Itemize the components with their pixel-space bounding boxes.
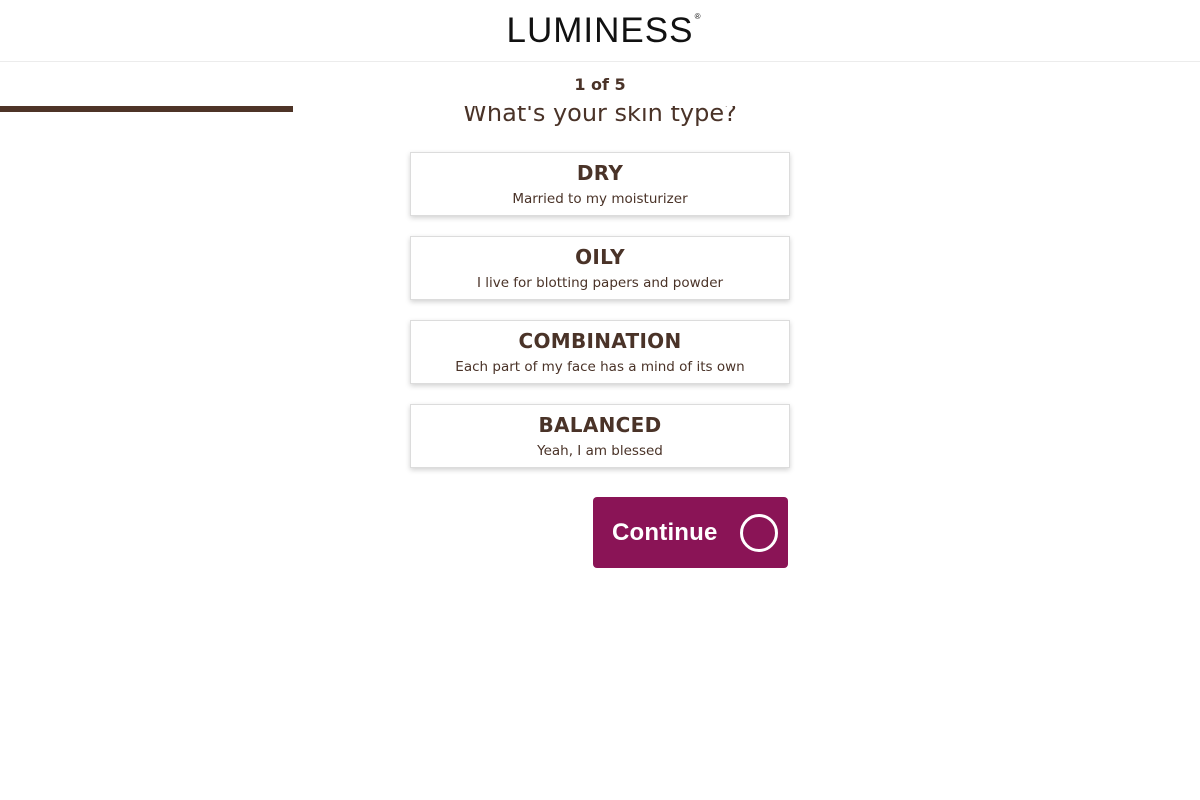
continue-label: Continue xyxy=(612,518,718,546)
option-balanced[interactable]: BALANCED Yeah, I am blessed xyxy=(410,404,790,468)
option-title: BALANCED xyxy=(538,413,662,437)
option-description: Yeah, I am blessed xyxy=(537,443,663,459)
option-oily[interactable]: OILY I live for blotting papers and powd… xyxy=(410,236,790,300)
registered-mark: ® xyxy=(694,12,702,21)
option-description: I live for blotting papers and powder xyxy=(476,275,724,291)
option-dry[interactable]: DRY Married to my moisturizer xyxy=(410,152,790,216)
quiz-progress-bar xyxy=(0,106,1200,112)
option-title: COMBINATION xyxy=(518,329,682,353)
luminess-logo[interactable]: LUMINESS ® xyxy=(506,11,701,50)
step-counter: 1 of 5 xyxy=(574,74,626,94)
logo-text: LUMINESS xyxy=(506,11,694,50)
option-combination[interactable]: COMBINATION Each part of my face has a m… xyxy=(410,320,790,384)
option-title: OILY xyxy=(575,245,625,269)
circle-icon xyxy=(740,514,778,552)
quiz-progress-fill xyxy=(0,106,294,112)
site-header: LUMINESS ® xyxy=(0,0,1200,62)
option-description: Married to my moisturizer xyxy=(512,191,688,207)
step-indicator-bar: 1 of 5 xyxy=(0,62,1200,106)
option-description: Each part of my face has a mind of its o… xyxy=(455,359,745,375)
continue-button[interactable]: Continue xyxy=(593,497,788,568)
option-title: DRY xyxy=(576,161,624,185)
